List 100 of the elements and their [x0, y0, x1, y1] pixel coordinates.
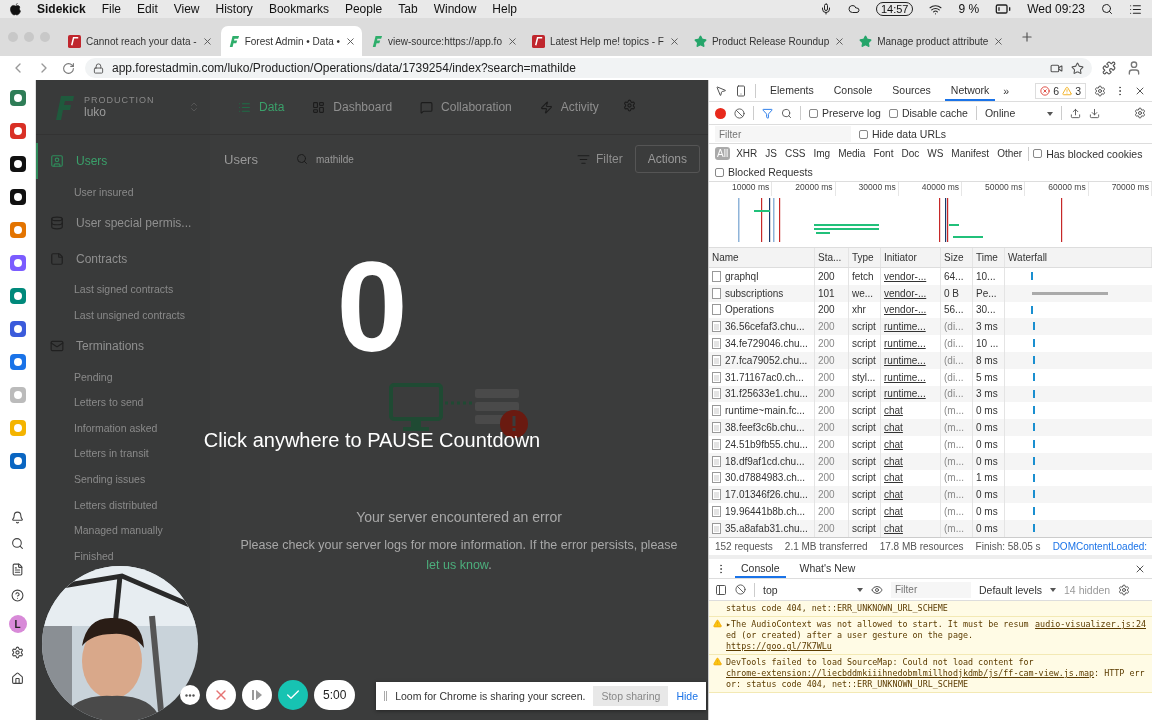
request-row[interactable]: 36.56cefaf3.chu... 200 script runtime... (di... 3 ms — [709, 318, 1152, 336]
initiator-link[interactable]: runtime... — [881, 335, 941, 352]
column-header[interactable]: Type — [849, 248, 881, 267]
record-button[interactable] — [715, 107, 726, 119]
column-header[interactable]: Initiator — [881, 248, 941, 267]
checkbox[interactable]: Has blocked cookies — [1033, 147, 1143, 160]
initiator-link[interactable]: chat — [881, 435, 941, 453]
browser-tab[interactable]: Manage product attribute — [853, 26, 1011, 56]
browser-tab[interactable]: Forest Admin • Data • — [220, 26, 362, 56]
more-tabs-button[interactable]: » — [1003, 84, 1010, 97]
chevron-icon — [188, 101, 200, 113]
browser-tab[interactable]: Cannot reach your data - — [62, 26, 219, 56]
checkbox[interactable]: Preserve log — [809, 107, 881, 119]
size-cell: (di... — [941, 352, 973, 369]
menu-item[interactable]: View — [173, 2, 200, 16]
browser-tab[interactable]: Product Release Roundup — [687, 26, 852, 56]
dashboard-icon — [312, 100, 326, 114]
source-link[interactable]: audio-visualizer.js:24 — [1035, 619, 1146, 652]
cancel-button[interactable] — [206, 680, 236, 710]
type-filter[interactable]: XHR — [734, 147, 760, 160]
column-header[interactable]: Waterfall — [1005, 248, 1152, 267]
apple-icon[interactable] — [10, 2, 21, 16]
throttle-select[interactable]: Online — [984, 107, 1039, 119]
message-link[interactable]: https://goo.gl/7K7WLu — [726, 641, 832, 651]
type-filter[interactable]: Doc — [899, 147, 922, 160]
star-icon — [693, 34, 707, 48]
database-icon — [50, 215, 64, 230]
type-filter[interactable]: JS — [763, 147, 779, 160]
browser-tab[interactable]: Latest Help me! topics - F — [525, 26, 686, 56]
type-filter[interactable]: Font — [871, 147, 896, 160]
request-row[interactable]: 38.feef3c6b.chu... 200 script chat (m... 0 ms — [709, 419, 1152, 436]
filter-icon — [762, 107, 773, 119]
drawer-tab[interactable]: What's New — [793, 559, 862, 578]
initiator-link[interactable]: chat — [881, 503, 941, 520]
nav-tab[interactable]: Collaboration — [420, 100, 512, 114]
countdown-hint[interactable]: Click anywhere to PAUSE Countdown — [203, 429, 541, 452]
file-icon — [712, 472, 721, 484]
menu-item[interactable]: Bookmarks — [268, 2, 329, 16]
filter-input[interactable]: Filter — [891, 581, 971, 598]
devtools-tab[interactable]: Sources — [886, 80, 937, 101]
type-filter[interactable]: Media — [836, 147, 868, 160]
type-filter[interactable]: Other — [995, 147, 1025, 160]
initiator-link[interactable]: chat — [881, 452, 941, 470]
request-name: 19.96441b8b.ch... — [725, 506, 806, 518]
column-header[interactable]: Time — [973, 248, 1005, 267]
devtools-tab[interactable]: Console — [827, 80, 879, 101]
column-header[interactable]: Size — [941, 248, 973, 267]
nav-tab[interactable]: Dashboard — [312, 100, 393, 114]
skip-button[interactable] — [242, 680, 272, 710]
size-cell: (m... — [941, 503, 973, 520]
drag-handle[interactable] — [384, 691, 388, 701]
column-header[interactable]: Name — [709, 248, 815, 267]
app-icon[interactable] — [7, 154, 28, 174]
checkbox[interactable]: Blocked Requests — [715, 166, 813, 178]
nav-tab[interactable]: Activity — [539, 100, 599, 114]
menu-item[interactable]: Help — [492, 2, 517, 16]
initiator-link[interactable]: runtime... — [881, 368, 941, 386]
eye-icon — [871, 583, 883, 596]
type-filter[interactable]: WS — [925, 147, 946, 160]
type-filter[interactable]: CSS — [782, 147, 808, 160]
menu-item[interactable]: Window — [433, 2, 477, 16]
column-header[interactable]: Sta... — [815, 248, 849, 267]
initiator-link[interactable]: chat — [881, 419, 941, 436]
request-name: 24.51b9fb55.chu... — [725, 438, 808, 450]
initiator-link[interactable]: vendor-... — [881, 284, 941, 302]
confirm-button[interactable] — [278, 680, 308, 710]
menu-item[interactable]: History — [215, 2, 253, 16]
request-row[interactable]: 17.01346f26.chu... 200 script chat (m... 0 ms — [709, 486, 1152, 504]
initiator-link[interactable]: vendor-... — [881, 268, 941, 285]
initiator-link[interactable]: chat — [881, 519, 941, 537]
collection-item[interactable]: Terminations — [36, 327, 210, 364]
dropdown-icon — [857, 587, 863, 592]
date-time[interactable]: Wed 09:23 — [1027, 2, 1085, 16]
context-select[interactable]: top — [763, 583, 849, 596]
browser-tab[interactable]: view-source:https://app.fo — [364, 26, 524, 56]
search-field[interactable]: mathilde — [296, 153, 565, 165]
collection-item[interactable]: Contracts — [36, 240, 210, 277]
initiator-link[interactable]: runtime... — [881, 352, 941, 369]
levels-select[interactable]: Default levels — [979, 583, 1043, 596]
user-avatar[interactable]: L — [8, 615, 27, 633]
checkbox[interactable]: Hide data URLs — [859, 128, 947, 140]
hide-button[interactable]: Hide — [676, 690, 698, 702]
type-filter[interactable]: Img — [811, 147, 833, 160]
address-bar[interactable]: app.forestadmin.com/luko/Production/Operations/data/1739254/index?search=mathilde — [85, 58, 1092, 78]
app-icon[interactable] — [7, 187, 28, 207]
collection-item[interactable]: Users — [36, 143, 210, 179]
collection-item[interactable]: User special permis... — [36, 204, 210, 241]
menu-item[interactable]: File — [101, 2, 122, 16]
countdown-number: 0 — [336, 243, 408, 371]
menu-item[interactable]: Tab — [398, 2, 418, 16]
actions-button[interactable]: Actions — [634, 145, 700, 173]
menu-item[interactable]: People — [344, 2, 383, 16]
devtools-tab[interactable]: Elements — [764, 80, 820, 101]
bolt-icon — [539, 100, 553, 114]
filter-input[interactable]: Filter — [715, 126, 851, 142]
issue-counter[interactable]: 6 3 — [1035, 82, 1086, 99]
app-menu[interactable]: Sidekick — [37, 2, 86, 16]
type-filter[interactable]: Manifest — [949, 147, 992, 160]
checkbox[interactable]: Disable cache — [888, 107, 968, 119]
menu-item[interactable]: Edit — [137, 2, 158, 16]
